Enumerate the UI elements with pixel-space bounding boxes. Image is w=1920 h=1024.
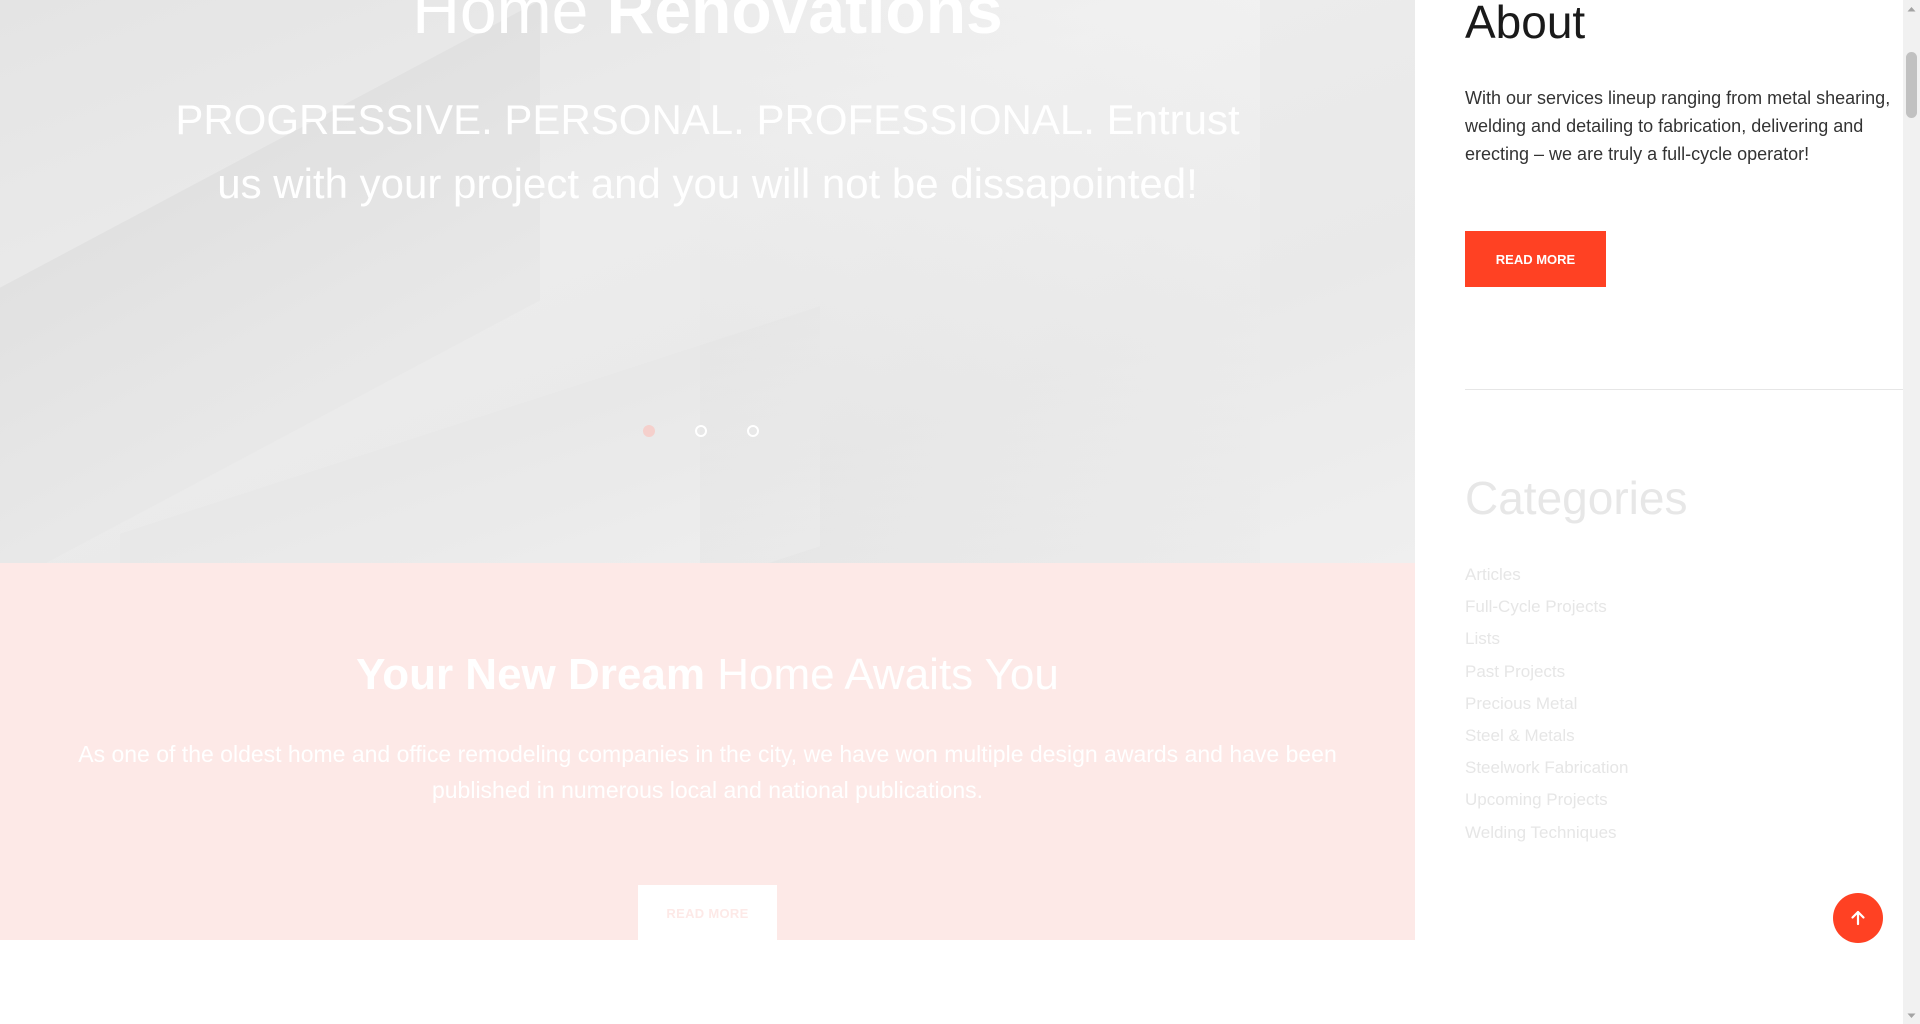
category-link-full-cycle-projects[interactable]: Full-Cycle Projects bbox=[1465, 597, 1607, 616]
category-link-upcoming-projects[interactable]: Upcoming Projects bbox=[1465, 790, 1608, 809]
category-item: Full-Cycle Projects bbox=[1465, 593, 1628, 625]
promo-read-more-button[interactable]: READ MORE bbox=[638, 885, 777, 941]
categories-list: Articles Full-Cycle Projects Lists Past … bbox=[1465, 561, 1628, 851]
promo-title-bold: Your New Dream bbox=[356, 650, 705, 699]
about-title: About bbox=[1465, 0, 1586, 48]
sidebar-divider bbox=[1465, 389, 1903, 390]
category-item: Precious Metal bbox=[1465, 690, 1628, 722]
promo-text: As one of the oldest home and office rem… bbox=[78, 741, 1337, 803]
category-item: Welding Techniques bbox=[1465, 819, 1628, 851]
promo-title-regular: Home Awaits You bbox=[717, 650, 1059, 699]
arrow-up-icon bbox=[1851, 910, 1865, 926]
hero-slider: Home Renovations PROGRESSIVE. PERSONAL. … bbox=[0, 0, 1415, 563]
category-item: Upcoming Projects bbox=[1465, 786, 1628, 818]
about-text: With our services lineup ranging from me… bbox=[1465, 88, 1891, 164]
category-link-past-projects[interactable]: Past Projects bbox=[1465, 662, 1565, 681]
page-scrollbar[interactable] bbox=[1903, 0, 1920, 1024]
hero-title-bold: Renovations bbox=[606, 0, 1003, 47]
promo-section: Your New Dream Home Awaits You As one of… bbox=[0, 563, 1415, 941]
category-item: Lists bbox=[1465, 625, 1628, 657]
slider-pagination bbox=[643, 425, 759, 437]
category-link-steelwork-fabrication[interactable]: Steelwork Fabrication bbox=[1465, 758, 1628, 777]
scroll-down-arrow-icon[interactable] bbox=[1903, 1007, 1920, 1024]
slider-dot-2[interactable] bbox=[695, 425, 707, 437]
category-link-precious-metal[interactable]: Precious Metal bbox=[1465, 694, 1577, 713]
promo-title: Your New Dream Home Awaits You bbox=[0, 645, 1415, 705]
slider-dot-3[interactable] bbox=[747, 425, 759, 437]
hero-subtitle: PROGRESSIVE. PERSONAL. PROFESSIONAL. Ent… bbox=[175, 96, 1240, 207]
category-link-welding-techniques[interactable]: Welding Techniques bbox=[1465, 823, 1617, 842]
hero-title: Home Renovations bbox=[0, 0, 1415, 50]
about-read-more-button[interactable]: READ MORE bbox=[1465, 231, 1606, 287]
category-link-lists[interactable]: Lists bbox=[1465, 629, 1500, 648]
categories-title: Categories bbox=[1465, 472, 1688, 524]
hero-background-shape bbox=[700, 0, 1260, 563]
scroll-up-arrow-icon[interactable] bbox=[1903, 0, 1920, 17]
category-item: Steelwork Fabrication bbox=[1465, 754, 1628, 786]
category-item: Past Projects bbox=[1465, 658, 1628, 690]
sidebar: About With our services lineup ranging f… bbox=[1465, 0, 1903, 1024]
category-link-steel-metals[interactable]: Steel & Metals bbox=[1465, 726, 1575, 745]
category-item: Articles bbox=[1465, 561, 1628, 593]
hero-title-regular: Home bbox=[412, 0, 589, 47]
category-link-articles[interactable]: Articles bbox=[1465, 565, 1521, 584]
slider-dot-1[interactable] bbox=[643, 425, 655, 437]
scroll-to-top-button[interactable] bbox=[1833, 893, 1883, 943]
scrollbar-thumb[interactable] bbox=[1906, 52, 1917, 118]
category-item: Steel & Metals bbox=[1465, 722, 1628, 754]
